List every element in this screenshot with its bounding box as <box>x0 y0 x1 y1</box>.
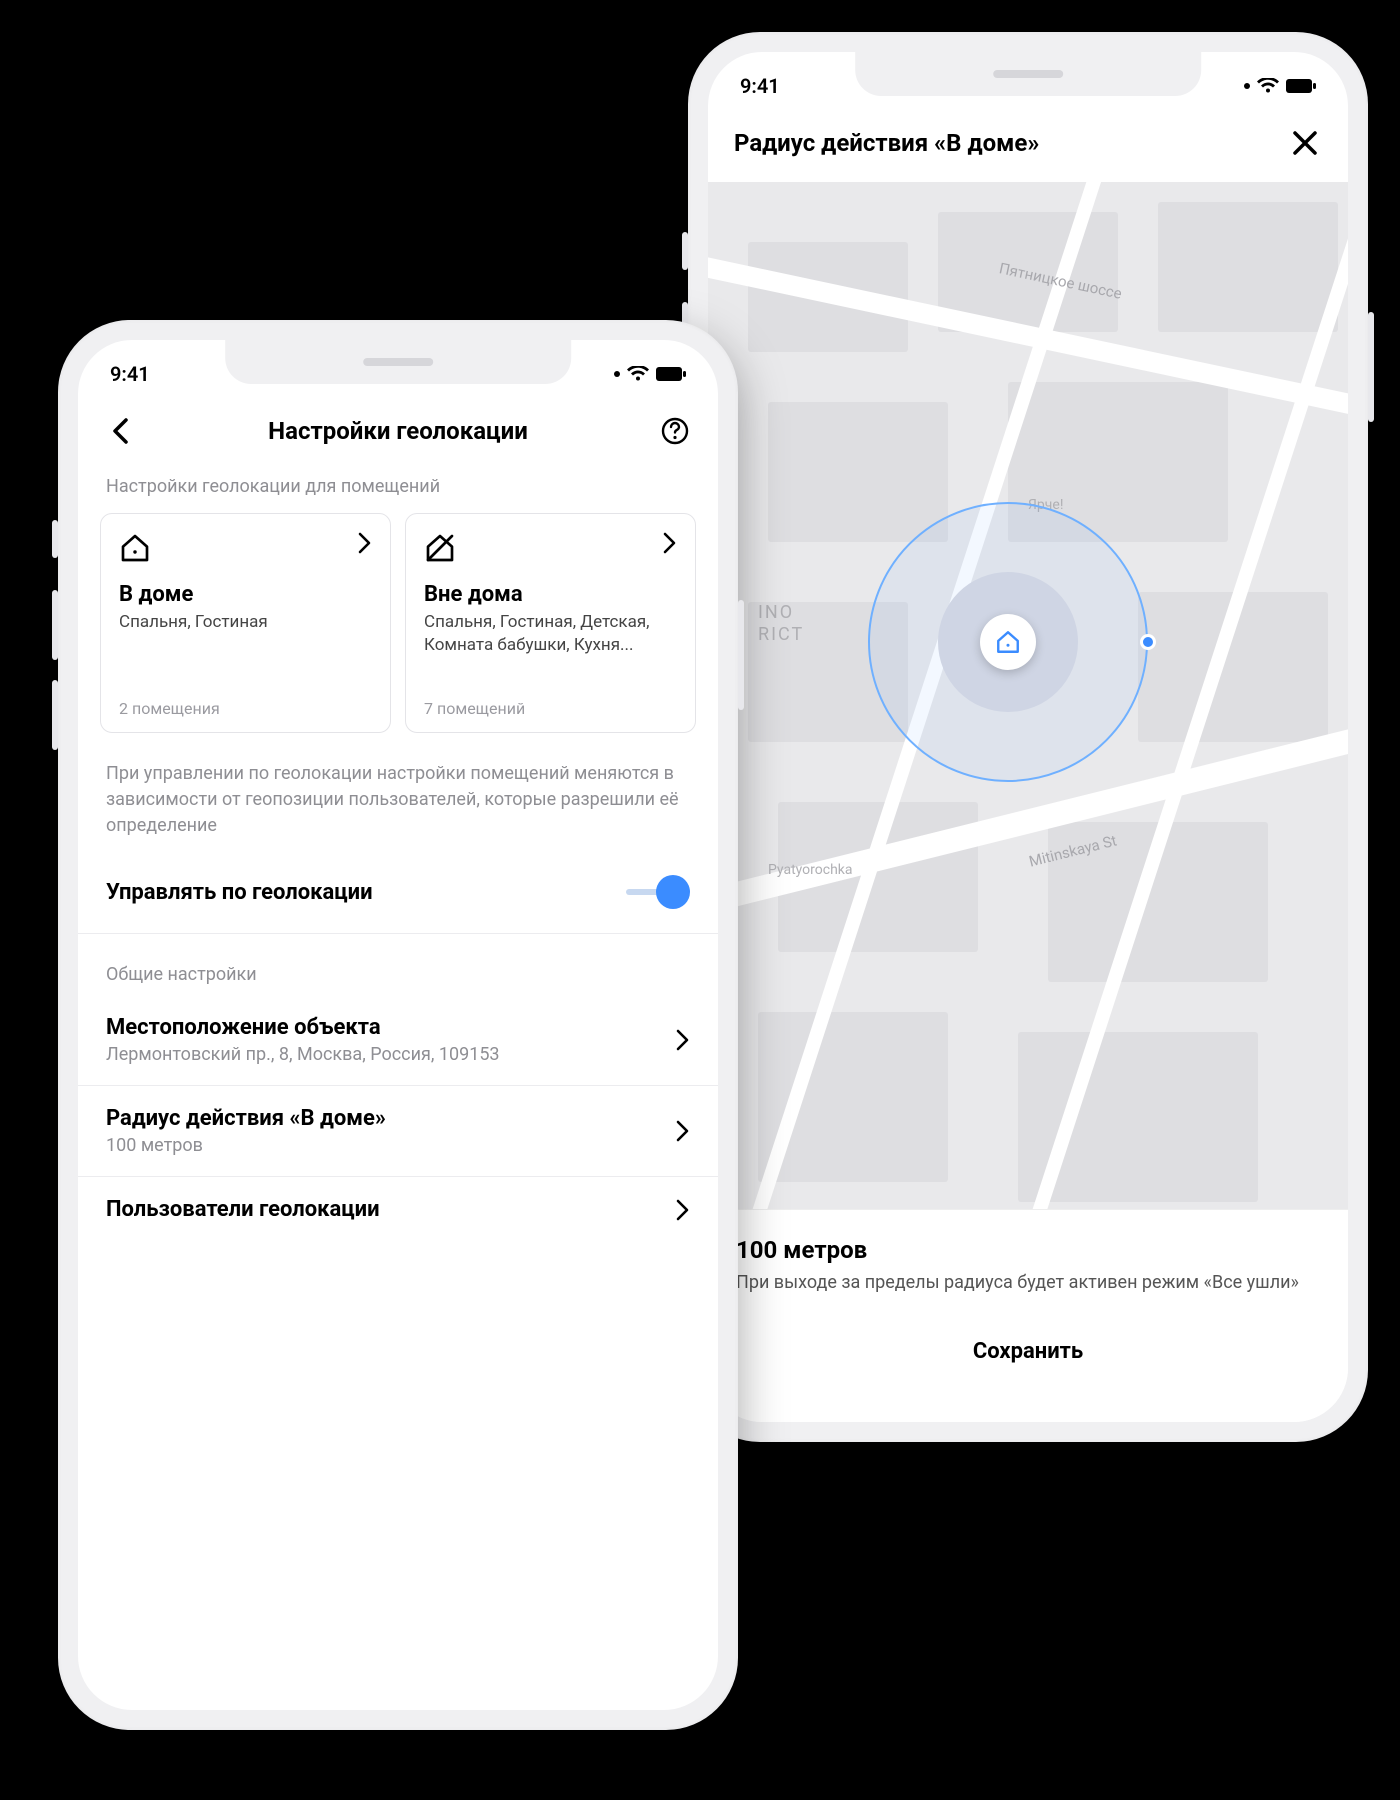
chevron-right-icon <box>676 1120 690 1142</box>
wifi-icon <box>627 366 649 382</box>
status-time: 9:41 <box>110 362 150 386</box>
card-subtitle: Спальня, Гостиная <box>119 611 372 683</box>
distance-value: 100 метров <box>736 1236 1320 1264</box>
row-users[interactable]: Пользователи геолокации <box>78 1177 718 1242</box>
chevron-right-icon <box>676 1029 690 1051</box>
toggle-label: Управлять по геолокации <box>106 880 373 905</box>
home-icon <box>119 532 151 564</box>
radius-handle[interactable] <box>1140 634 1156 650</box>
district-label: INO <box>758 602 794 623</box>
chevron-right-icon <box>676 1199 690 1221</box>
status-icons <box>614 366 686 382</box>
card-away[interactable]: Вне дома Спальня, Гостиная, Детская, Ком… <box>405 513 696 733</box>
app-header-right: Радиус действия «В доме» <box>708 108 1348 182</box>
row-subtitle: 100 метров <box>106 1135 660 1156</box>
help-icon <box>661 417 689 445</box>
back-button[interactable] <box>104 414 138 448</box>
bottom-panel: 100 метров При выходе за пределы радиуса… <box>708 1209 1348 1422</box>
section-label-rooms: Настройки геолокации для помещений <box>78 470 718 513</box>
card-subtitle: Спальня, Гостиная, Детская, Комната бабу… <box>424 611 677 683</box>
distance-description: При выходе за пределы радиуса будет акти… <box>736 1270 1320 1295</box>
wifi-icon <box>1257 78 1279 94</box>
section-label-general: Общие настройки <box>78 934 718 995</box>
home-icon <box>995 629 1021 655</box>
card-title: Вне дома <box>424 582 677 607</box>
phone-left: 9:41 Настройки геолокации Настройки геол… <box>58 320 738 1730</box>
row-subtitle: Лермонтовский пр., 8, Москва, Россия, 10… <box>106 1044 660 1065</box>
row-radius[interactable]: Радиус действия «В доме» 100 метров <box>78 1086 718 1177</box>
row-title: Радиус действия «В доме» <box>106 1106 660 1131</box>
signal-icon <box>614 371 620 377</box>
close-icon <box>1291 129 1319 157</box>
geolocation-toggle[interactable] <box>626 875 690 909</box>
away-icon <box>424 532 456 564</box>
save-button[interactable]: Сохранить <box>736 1325 1320 1378</box>
poi-label: Pyatyorochka <box>768 862 853 878</box>
row-title: Местоположение объекта <box>106 1015 660 1040</box>
signal-icon <box>1244 83 1250 89</box>
row-location[interactable]: Местоположение объекта Лермонтовский пр.… <box>78 995 718 1086</box>
toggle-row-geolocation: Управлять по геолокации <box>78 859 718 934</box>
chevron-right-icon <box>358 532 372 554</box>
card-home[interactable]: В доме Спальня, Гостиная 2 помещения <box>100 513 391 733</box>
close-button[interactable] <box>1288 126 1322 160</box>
page-title: Настройки геолокации <box>268 417 528 445</box>
status-time: 9:41 <box>740 74 780 98</box>
map[interactable]: Пятницкое шоссе Mitinskaya St Ярче! Pyat… <box>708 182 1348 1262</box>
battery-icon <box>1286 79 1316 93</box>
row-title: Пользователи геолокации <box>106 1197 660 1222</box>
info-text: При управлении по геолокации настройки п… <box>78 733 718 859</box>
page-title: Радиус действия «В доме» <box>734 129 1288 157</box>
chevron-left-icon <box>111 417 131 445</box>
help-button[interactable] <box>658 414 692 448</box>
card-footer: 2 помещения <box>119 699 372 718</box>
phone-right: 9:41 Радиус действия «В доме» <box>688 32 1368 1442</box>
battery-icon <box>656 367 686 381</box>
card-title: В доме <box>119 582 372 607</box>
card-footer: 7 помещений <box>424 699 677 718</box>
center-pin[interactable] <box>980 614 1036 670</box>
district-label: RICT <box>758 624 804 645</box>
status-icons <box>1244 78 1316 94</box>
chevron-right-icon <box>663 532 677 554</box>
app-header-left: Настройки геолокации <box>78 396 718 470</box>
